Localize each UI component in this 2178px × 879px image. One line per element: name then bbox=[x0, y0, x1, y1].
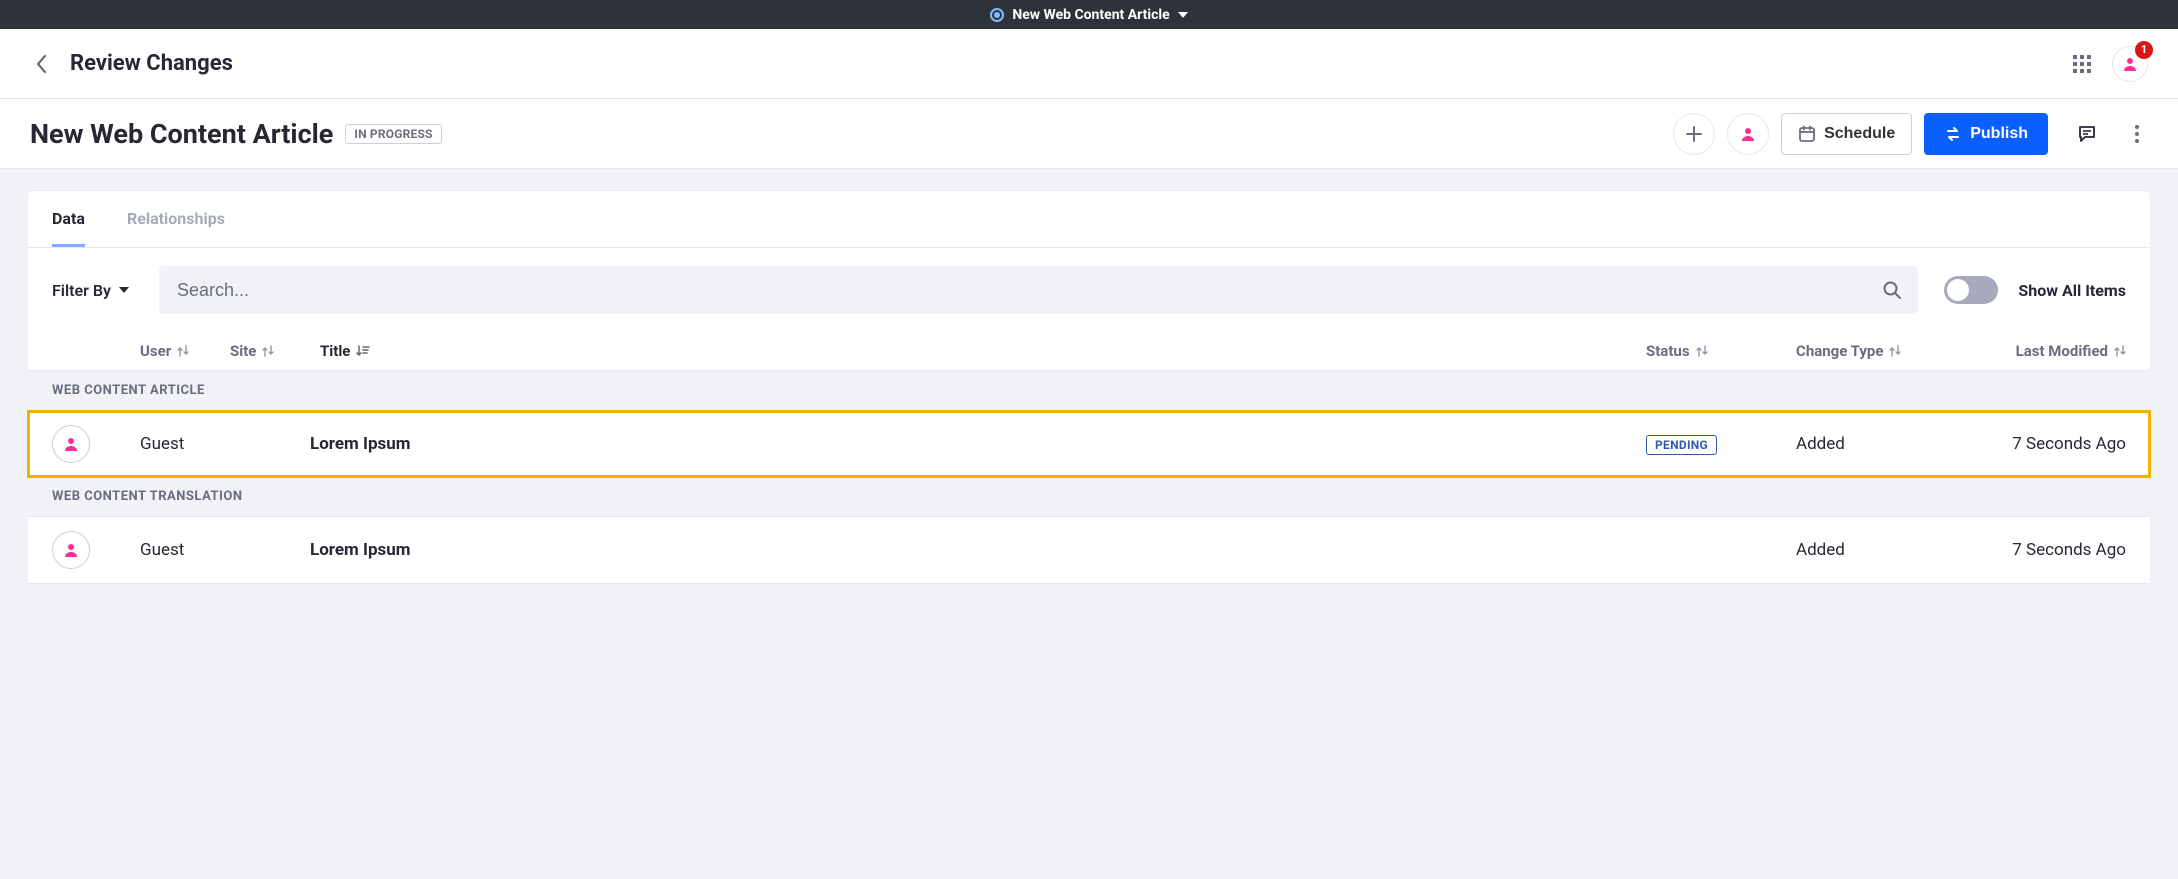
tab-data[interactable]: Data bbox=[52, 209, 85, 247]
sort-icon bbox=[1696, 344, 1708, 358]
kebab-icon bbox=[2135, 124, 2139, 144]
user-icon bbox=[1740, 126, 1756, 142]
comments-button[interactable] bbox=[2066, 113, 2108, 155]
sort-icon bbox=[262, 344, 274, 358]
main-card: Data Relationships Filter By Show All It… bbox=[28, 191, 2150, 584]
filter-by-label: Filter By bbox=[52, 281, 111, 300]
header: Review Changes 1 New Web Content Article… bbox=[0, 29, 2178, 169]
kebab-menu-button[interactable] bbox=[2126, 113, 2148, 155]
add-button[interactable] bbox=[1673, 113, 1715, 155]
plus-icon bbox=[1685, 125, 1703, 143]
user-icon bbox=[63, 542, 79, 558]
header-row-breadcrumb: Review Changes 1 bbox=[0, 29, 2178, 99]
tab-relationships[interactable]: Relationships bbox=[127, 209, 225, 247]
apps-grid-button[interactable] bbox=[2062, 44, 2102, 84]
chevron-down-icon bbox=[119, 287, 129, 293]
column-status[interactable]: Status bbox=[1646, 342, 1796, 360]
table-body: WEB CONTENT ARTICLEGuestLorem IpsumPENDI… bbox=[28, 371, 2150, 584]
column-last-modified[interactable]: Last Modified bbox=[1961, 342, 2126, 360]
row-avatar bbox=[52, 425, 90, 463]
column-site[interactable]: Site bbox=[230, 342, 300, 360]
header-row-actions: New Web Content Article IN PROGRESS Sche… bbox=[0, 99, 2178, 169]
user-icon bbox=[63, 436, 79, 452]
user-icon bbox=[2122, 56, 2138, 72]
filter-toolbar: Filter By Show All Items bbox=[28, 248, 2150, 332]
search-icon[interactable] bbox=[1882, 280, 1902, 300]
search-field[interactable] bbox=[159, 266, 1918, 314]
comment-icon bbox=[2077, 124, 2097, 144]
publish-button-label: Publish bbox=[1970, 125, 2028, 143]
table-columns: User Site Title Status Change Type Last … bbox=[28, 332, 2150, 371]
target-icon bbox=[990, 8, 1004, 22]
cell-last-modified: 7 Seconds Ago bbox=[1961, 434, 2126, 454]
filter-by-dropdown[interactable]: Filter By bbox=[52, 281, 129, 300]
page-title: New Web Content Article bbox=[30, 118, 333, 150]
search-input[interactable] bbox=[175, 279, 1882, 302]
column-title[interactable]: Title bbox=[320, 342, 1646, 360]
user-avatar-button[interactable]: 1 bbox=[2112, 46, 2148, 82]
back-button[interactable] bbox=[30, 53, 52, 75]
cell-change-type: Added bbox=[1796, 540, 1961, 560]
breadcrumb-title: Review Changes bbox=[70, 51, 233, 76]
app-topbar: New Web Content Article bbox=[0, 0, 2178, 29]
status-badge: IN PROGRESS bbox=[345, 124, 441, 144]
cell-last-modified: 7 Seconds Ago bbox=[1961, 540, 2126, 560]
publish-button[interactable]: Publish bbox=[1924, 113, 2048, 155]
calendar-icon bbox=[1798, 125, 1816, 143]
show-all-label: Show All Items bbox=[2018, 281, 2126, 300]
tabs: Data Relationships bbox=[28, 191, 2150, 248]
user-filter-button[interactable] bbox=[1727, 113, 1769, 155]
repeat-icon bbox=[1944, 125, 1962, 143]
schedule-button[interactable]: Schedule bbox=[1781, 113, 1912, 155]
show-all-toggle[interactable] bbox=[1944, 276, 1998, 304]
column-change-type[interactable]: Change Type bbox=[1796, 342, 1961, 360]
toggle-knob bbox=[1947, 279, 1969, 301]
cell-status: PENDING bbox=[1646, 434, 1796, 455]
pending-badge: PENDING bbox=[1646, 435, 1717, 455]
cell-site: Guest bbox=[140, 540, 310, 560]
section-header: WEB CONTENT TRANSLATION bbox=[28, 477, 2150, 517]
chevron-down-icon[interactable] bbox=[1178, 12, 1188, 18]
sort-desc-icon bbox=[356, 344, 370, 358]
sort-icon bbox=[2114, 344, 2126, 358]
table-row[interactable]: GuestLorem Ipsum Added7 Seconds Ago bbox=[28, 517, 2150, 584]
sort-icon bbox=[1889, 344, 1901, 358]
topbar-title[interactable]: New Web Content Article bbox=[1012, 7, 1169, 23]
cell-title: Lorem Ipsum bbox=[310, 540, 1646, 560]
section-header: WEB CONTENT ARTICLE bbox=[28, 371, 2150, 411]
notification-badge: 1 bbox=[2135, 41, 2153, 59]
cell-change-type: Added bbox=[1796, 434, 1961, 454]
table-row[interactable]: GuestLorem IpsumPENDING Added7 Seconds Ag… bbox=[28, 411, 2150, 477]
schedule-button-label: Schedule bbox=[1824, 125, 1895, 143]
row-avatar bbox=[52, 531, 90, 569]
column-user[interactable]: User bbox=[140, 342, 210, 360]
cell-site: Guest bbox=[140, 434, 310, 454]
cell-title: Lorem Ipsum bbox=[310, 434, 1646, 454]
sort-icon bbox=[177, 344, 189, 358]
